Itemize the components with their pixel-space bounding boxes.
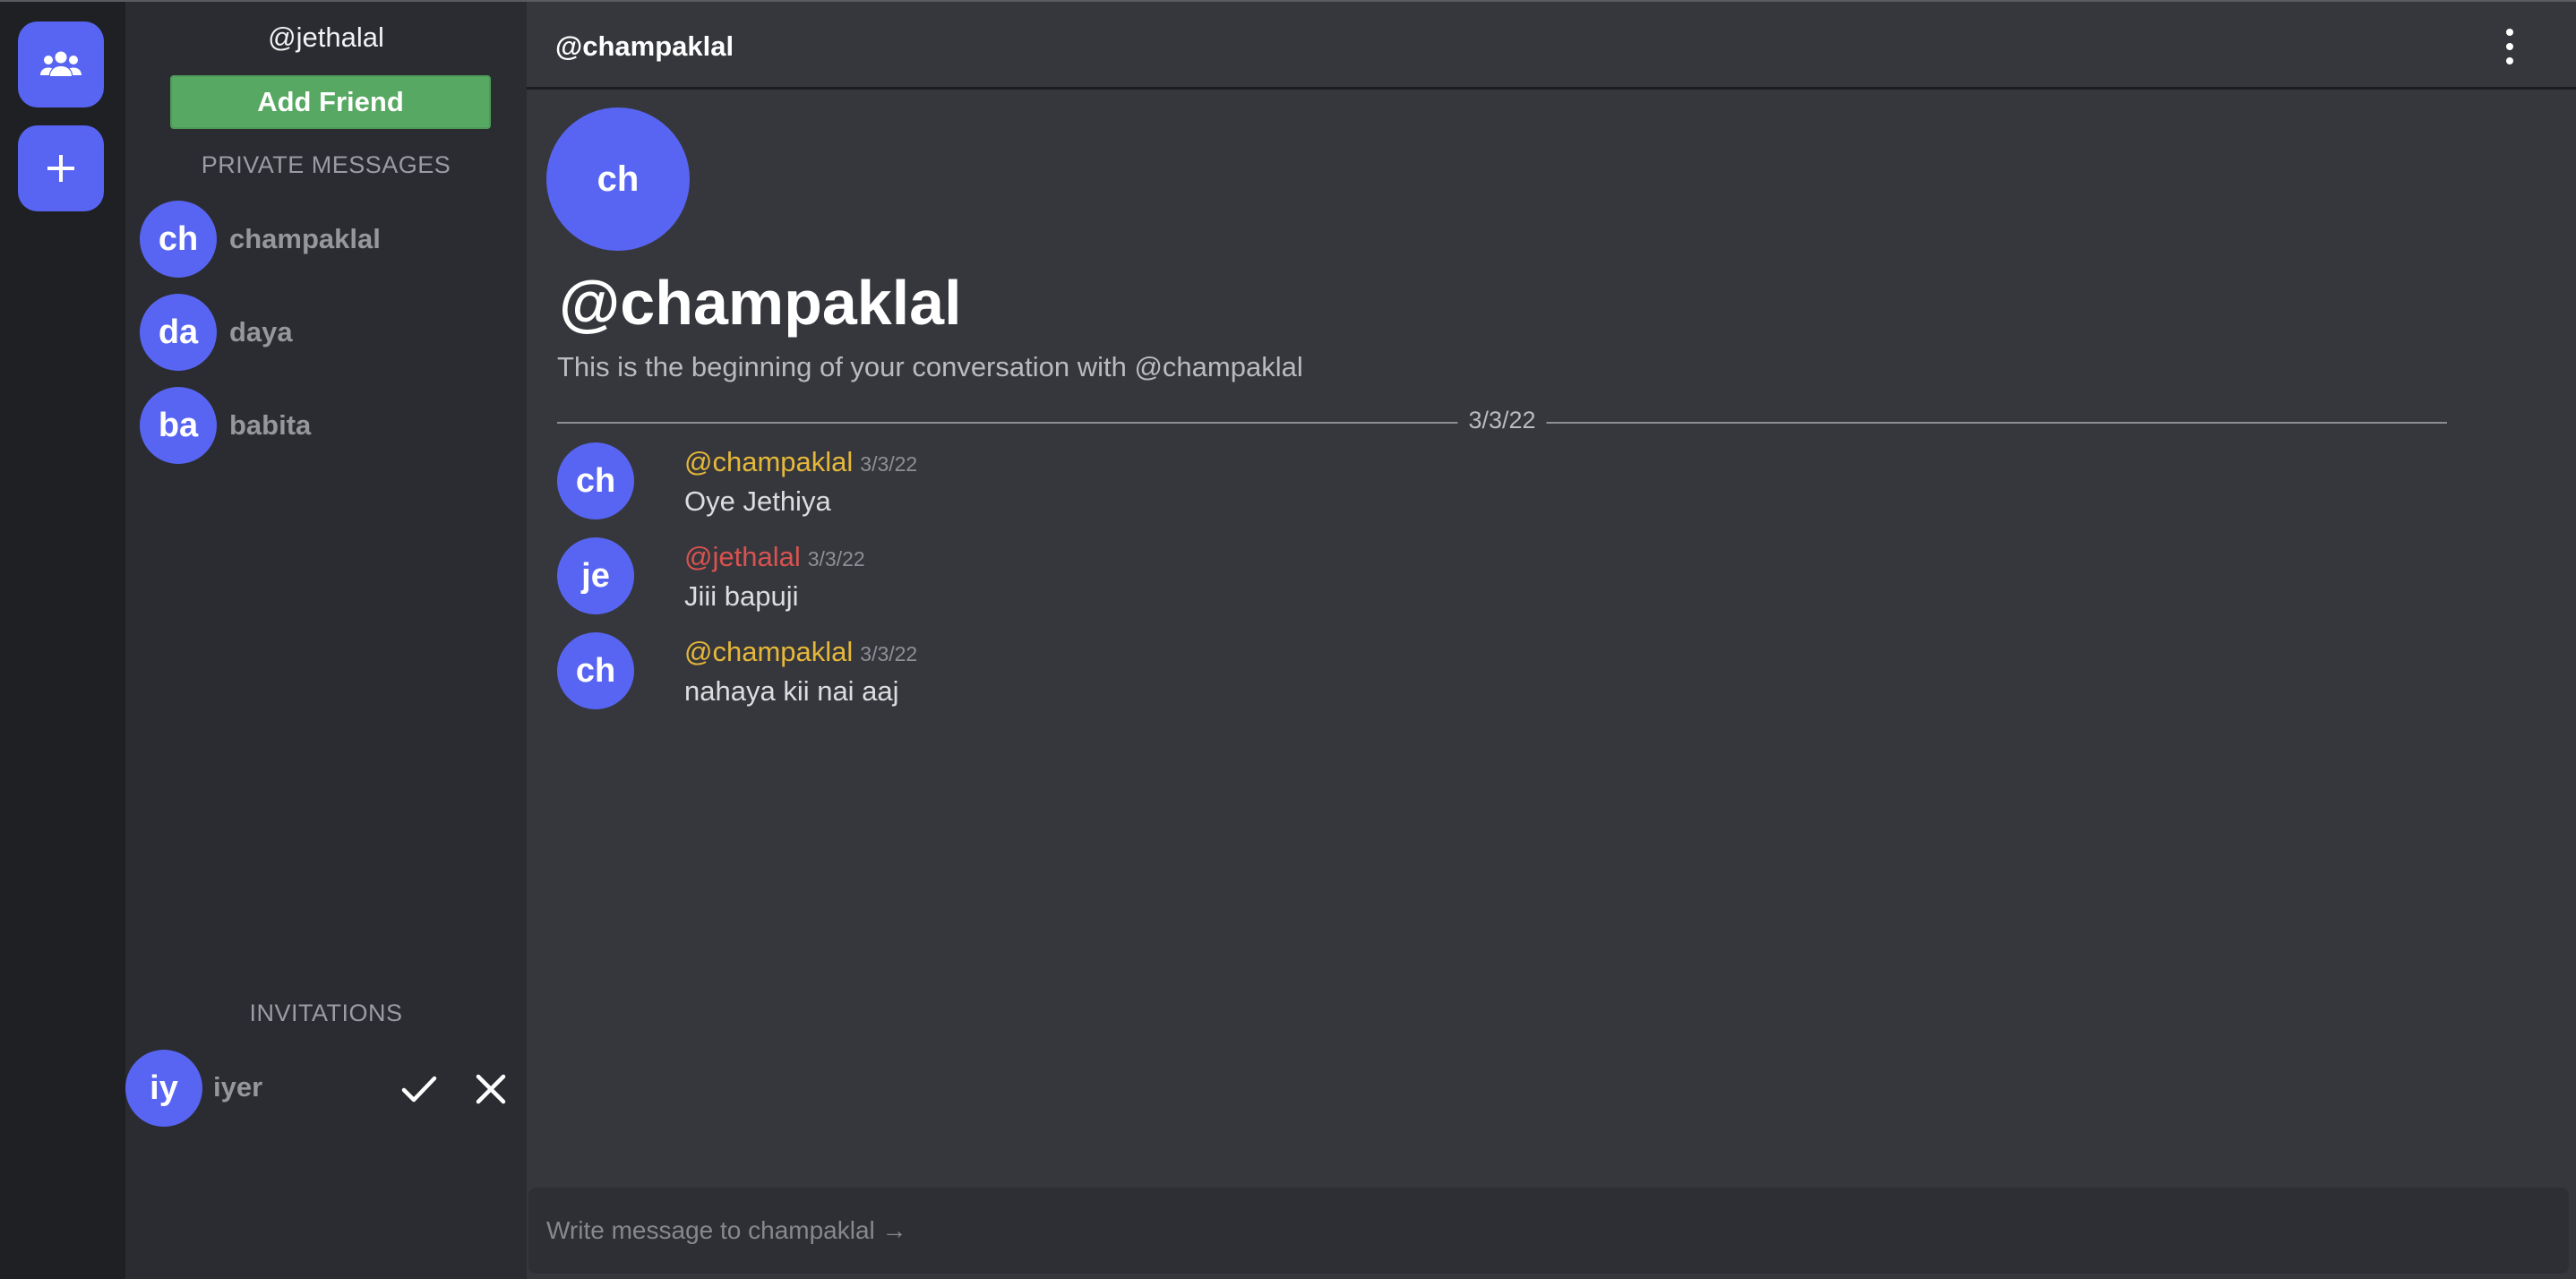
message-timestamp: 3/3/22: [860, 642, 918, 665]
app-window: @jethalal Add Friend PRIVATE MESSAGES ch…: [0, 0, 2576, 1279]
invitation-name: iyer: [213, 1071, 263, 1103]
avatar: iy: [125, 1050, 202, 1127]
message-timestamp: 3/3/22: [860, 452, 918, 476]
conversation-panel: @champaklal ch @champaklal This is the b…: [527, 2, 2576, 1279]
dm-item-daya[interactable]: da daya: [140, 294, 293, 371]
message-text: Oye Jethiya: [684, 485, 831, 517]
conversation-title: @champaklal: [555, 30, 734, 62]
dm-item-champaklal[interactable]: ch champaklal: [140, 201, 381, 278]
message-header: @champaklal 3/3/22: [684, 636, 917, 668]
dm-name: babita: [229, 409, 312, 441]
message-item: je @jethalal 3/3/22 Jiii bapuji: [557, 537, 2169, 614]
conversation-intro-text: This is the beginning of your conversati…: [557, 351, 1303, 382]
avatar: ch: [140, 201, 217, 278]
avatar: ch: [557, 632, 634, 709]
conversation-heading: @champaklal: [559, 268, 962, 338]
message-item: ch @champaklal 3/3/22 nahaya kii nai aaj: [557, 632, 2169, 709]
message-header: @jethalal 3/3/22: [684, 541, 865, 573]
message-author[interactable]: @jethalal: [684, 541, 801, 572]
message-item: ch @champaklal 3/3/22 Oye Jethiya: [557, 442, 2169, 519]
kebab-menu-icon[interactable]: [2501, 29, 2519, 64]
invitation-item: iy iyer: [125, 1050, 527, 1127]
dm-name: daya: [229, 316, 293, 348]
message-text: Jiii bapuji: [684, 580, 799, 612]
check-icon: [401, 1076, 437, 1103]
message-author[interactable]: @champaklal: [684, 446, 853, 477]
message-text: nahaya kii nai aaj: [684, 675, 899, 707]
message-input[interactable]: [546, 1204, 2569, 1258]
conversation-header: @champaklal: [527, 2, 2576, 90]
private-messages-heading: PRIVATE MESSAGES: [201, 151, 451, 178]
message-composer: [528, 1188, 2569, 1274]
message-author[interactable]: @champaklal: [684, 636, 853, 667]
message-header: @champaklal 3/3/22: [684, 446, 917, 478]
server-rail: [0, 2, 125, 1279]
message-timestamp: 3/3/22: [807, 547, 865, 571]
dm-item-babita[interactable]: ba babita: [140, 387, 311, 464]
friends-button[interactable]: [18, 21, 104, 107]
plus-icon: [47, 155, 74, 182]
decline-invitation-button[interactable]: [471, 1069, 511, 1109]
avatar: ba: [140, 387, 217, 464]
current-username: @jethalal: [268, 21, 384, 53]
sidebar: @jethalal Add Friend PRIVATE MESSAGES ch…: [125, 2, 527, 1279]
add-friend-button[interactable]: Add Friend: [170, 75, 491, 129]
close-icon: [476, 1074, 506, 1104]
date-divider: 3/3/22: [557, 407, 2447, 434]
invitations-heading: INVITATIONS: [249, 1000, 403, 1026]
avatar: da: [140, 294, 217, 371]
conversation-avatar: ch: [546, 107, 690, 251]
avatar: je: [557, 537, 634, 614]
dm-name: champaklal: [229, 223, 381, 254]
people-group-icon: [40, 51, 82, 76]
avatar: ch: [557, 442, 634, 519]
add-server-button[interactable]: [18, 125, 104, 211]
date-divider-label: 3/3/22: [1457, 407, 1547, 434]
accept-invitation-button[interactable]: [399, 1069, 439, 1109]
